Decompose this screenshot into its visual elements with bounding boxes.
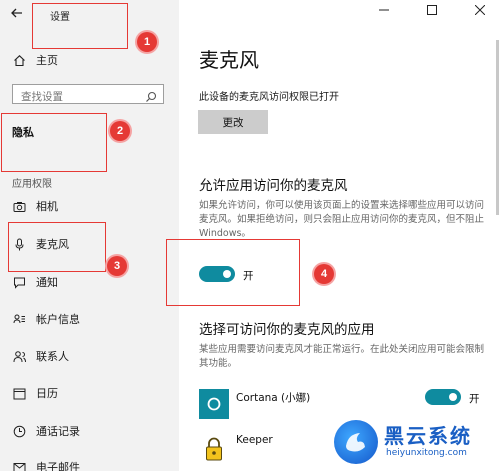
annotation-badge-3: 3 — [107, 256, 127, 276]
sidebar-item-label: 相机 — [36, 200, 58, 213]
sidebar-item-notifications[interactable]: 通知 — [12, 274, 58, 290]
annotation-badge-4: 4 — [314, 264, 334, 284]
watermark-url: heiyunxitong.com — [386, 448, 467, 458]
keeper-lock-icon — [199, 434, 229, 464]
sidebar-item-calendar[interactable]: 日历 — [12, 385, 58, 401]
search-icon[interactable] — [145, 88, 157, 102]
toggle-knob — [449, 393, 457, 401]
watermark: 黑云系统 heiyunxitong.com — [328, 416, 498, 468]
maximize-icon[interactable] — [427, 4, 437, 18]
email-icon — [12, 460, 26, 471]
choose-apps-heading: 选择可访问你的麦克风的应用 — [199, 322, 375, 338]
close-icon[interactable] — [474, 4, 486, 18]
annotation-box-2 — [1, 113, 107, 172]
annotation-box-3 — [8, 222, 106, 272]
scrollbar[interactable] — [496, 40, 499, 215]
main-content: 麦克风 此设备的麦克风访问权限已打开 更改 允许应用访问你的麦克风 如果允许访问… — [179, 0, 500, 471]
sidebar-item-email[interactable]: 电子邮件 — [12, 459, 80, 471]
account-info-icon — [12, 312, 26, 326]
cortana-toggle[interactable] — [425, 389, 461, 405]
home-icon — [12, 53, 26, 67]
app-name-cortana: Cortana (小娜) — [236, 392, 311, 404]
change-button[interactable]: 更改 — [198, 110, 268, 134]
sidebar-item-call-history[interactable]: 通话记录 — [12, 423, 80, 439]
choose-apps-description: 某些应用需要访问麦克风才能正常运行。在此处关闭应用可能会限制其功能。 — [199, 344, 485, 369]
allow-access-heading: 允许应用访问你的麦克风 — [199, 178, 348, 194]
sidebar-item-label: 日历 — [36, 387, 58, 400]
back-arrow-icon[interactable] — [10, 6, 26, 22]
group-label-app-permissions: 应用权限 — [12, 179, 52, 190]
sidebar-item-camera[interactable]: 相机 — [12, 198, 58, 214]
minimize-icon[interactable] — [379, 4, 389, 18]
watermark-brand: 黑云系统 — [384, 424, 472, 448]
call-history-icon — [12, 424, 26, 438]
notification-icon — [12, 275, 26, 289]
sidebar-item-label: 通知 — [36, 276, 58, 289]
camera-icon — [12, 199, 26, 213]
sidebar-item-home[interactable]: 主页 — [12, 52, 58, 68]
sidebar-item-contacts[interactable]: 联系人 — [12, 348, 69, 364]
sidebar-item-account-info[interactable]: 帐户信息 — [12, 311, 80, 327]
sidebar-item-label: 帐户信息 — [36, 313, 80, 326]
annotation-badge-1: 1 — [137, 32, 157, 52]
allow-access-description: 如果允许访问，你可以使用该页面上的设置来选择哪些应用可以访问麦克风。如果拒绝访问… — [199, 200, 485, 239]
sidebar-item-label: 主页 — [36, 54, 58, 67]
page-title: 麦克风 — [199, 48, 259, 72]
sidebar-item-label: 通话记录 — [36, 425, 80, 438]
contacts-icon — [12, 349, 26, 363]
search-box[interactable] — [12, 84, 164, 106]
search-input[interactable] — [13, 88, 141, 106]
watermark-logo-icon — [334, 420, 378, 464]
annotation-badge-2: 2 — [110, 121, 130, 141]
sidebar-item-label: 电子邮件 — [36, 461, 80, 471]
cortana-icon — [199, 389, 229, 419]
annotation-box-4 — [166, 239, 300, 306]
status-text: 此设备的麦克风访问权限已打开 — [199, 92, 339, 103]
calendar-icon — [12, 386, 26, 400]
cortana-toggle-label: 开 — [469, 393, 480, 405]
sidebar-item-label: 联系人 — [36, 350, 69, 363]
app-name-keeper: Keeper — [236, 434, 273, 446]
annotation-box-1 — [32, 3, 128, 49]
